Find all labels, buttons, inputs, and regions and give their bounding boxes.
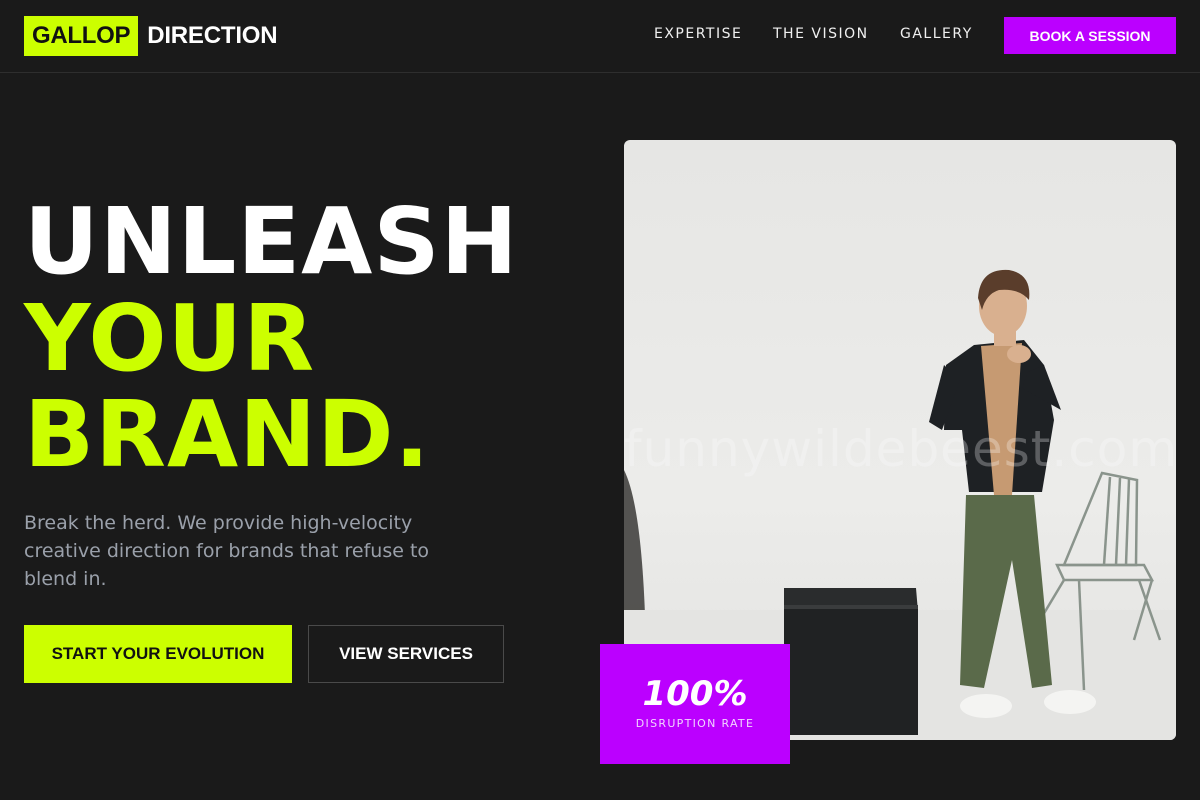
stat-label: DISRUPTION RATE [635, 717, 755, 730]
stat-badge: 100% DISRUPTION RATE [600, 644, 790, 764]
logo-name: DIRECTION [147, 22, 278, 49]
photo-watermark: funnywildebeest.com [624, 420, 1176, 478]
brand-logo[interactable]: GALLOP DIRECTION [24, 16, 278, 56]
book-session-button[interactable]: BOOK A SESSION [1004, 17, 1176, 54]
nav-link-expertise[interactable]: EXPERTISE [654, 26, 742, 42]
nav-link-gallery[interactable]: GALLERY [900, 26, 973, 42]
view-services-button[interactable]: VIEW SERVICES [308, 625, 504, 683]
hero-heading-line-3: BRAND. [24, 381, 431, 488]
start-evolution-button[interactable]: START YOUR EVOLUTION [24, 625, 292, 683]
site-header: GALLOP DIRECTION EXPERTISE THE VISION GA… [0, 0, 1200, 73]
logo-badge: GALLOP [24, 16, 139, 56]
hero-subtitle: Break the herd. We provide high-velocity… [24, 512, 430, 590]
nav-link-the-vision[interactable]: THE VISION [773, 26, 869, 42]
hero-heading-line-1: UNLEASH [24, 188, 519, 295]
hero-heading-line-2: YOUR [24, 285, 316, 392]
stat-value: 100% [642, 674, 748, 714]
